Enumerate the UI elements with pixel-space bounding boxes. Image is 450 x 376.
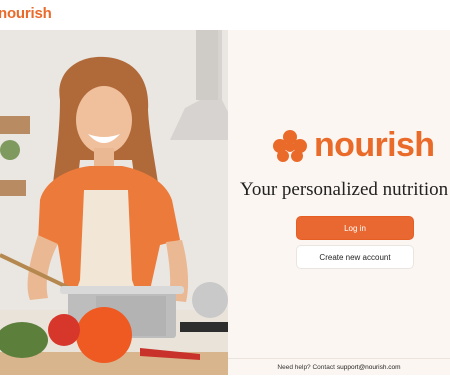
kitchen-cooking-photo	[0, 30, 228, 375]
flower-logo-icon	[273, 130, 307, 162]
auth-panel: nourish Your personalized nutrition ca L…	[228, 30, 450, 375]
brand-lockup: nourish	[272, 128, 450, 162]
brand-name: nourish	[314, 126, 435, 164]
tagline: Your personalized nutrition ca	[240, 179, 450, 200]
login-button[interactable]: Log in	[296, 216, 414, 240]
help-text: Need help? Contact	[277, 364, 335, 371]
hero-photo	[0, 30, 228, 375]
top-logo[interactable]: nourish	[0, 5, 52, 22]
create-account-button[interactable]: Create new account	[296, 245, 414, 269]
support-email-link[interactable]: support@nourish.com	[337, 364, 401, 371]
top-bar: nourish	[0, 0, 450, 30]
help-footer: Need help? Contact support@nourish.com	[228, 358, 450, 376]
